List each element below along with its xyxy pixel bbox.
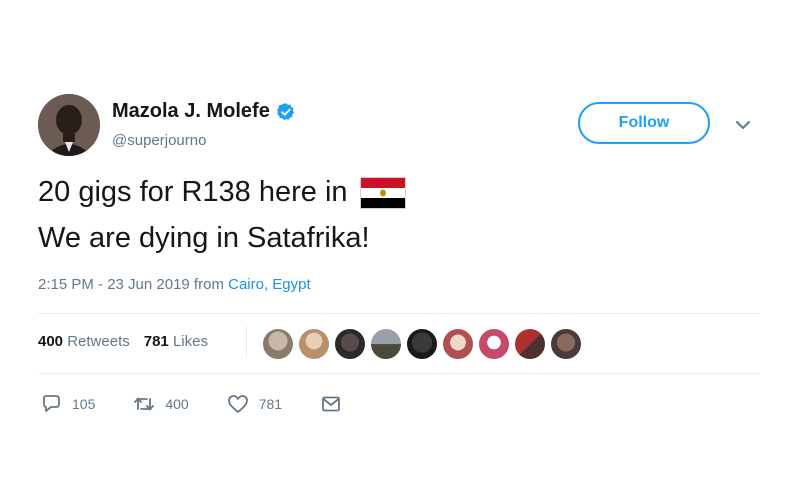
user-avatar[interactable] (38, 94, 100, 156)
divider (38, 373, 760, 374)
retweets-stat[interactable]: 400 Retweets (38, 333, 130, 350)
retweet-count: 400 (165, 396, 189, 412)
user-name[interactable]: Mazola J. Molefe (112, 100, 296, 123)
liker-avatar[interactable] (514, 328, 546, 360)
tweet-actions: 105 400 781 (40, 394, 380, 414)
heart-icon (227, 395, 248, 413)
tweet-timestamp[interactable]: 2:15 PM - 23 Jun 2019 from (38, 276, 224, 293)
chevron-down-icon[interactable] (734, 116, 752, 134)
verified-badge-icon (276, 102, 294, 120)
stats-separator (246, 326, 247, 358)
tweet-stats: 400 Retweets 781 Likes (38, 333, 208, 350)
retweet-button[interactable]: 400 (133, 394, 189, 414)
liker-avatar[interactable] (370, 328, 402, 360)
tweet-meta: 2:15 PM - 23 Jun 2019 from Cairo, Egypt (38, 276, 311, 293)
liker-avatar[interactable] (442, 328, 474, 360)
tweet-location[interactable]: Cairo, Egypt (228, 276, 311, 293)
tweet-text-1: 20 gigs for R138 here in (38, 176, 348, 208)
likes-label: Likes (172, 333, 208, 350)
direct-message-button[interactable] (320, 394, 342, 414)
like-button[interactable]: 781 (227, 394, 282, 414)
tweet-text-line-2: We are dying in Satafrika! (38, 222, 370, 255)
like-count: 781 (258, 396, 283, 412)
follow-button[interactable]: Follow (578, 102, 710, 144)
liker-avatars (262, 328, 582, 360)
user-name-text[interactable]: Mazola J. Molefe (112, 100, 270, 123)
divider (38, 313, 760, 314)
egypt-flag-icon (359, 176, 406, 209)
user-handle[interactable]: @superjourno (112, 132, 206, 149)
envelope-icon (322, 396, 340, 412)
retweets-count: 400 (38, 333, 64, 350)
reply-count: 105 (72, 396, 96, 412)
tweet-text-2: We are dying in Satafrika! (38, 222, 370, 254)
liker-avatar[interactable] (262, 328, 294, 360)
liker-avatar[interactable] (298, 328, 330, 360)
likes-count: 781 (143, 333, 169, 350)
retweet-icon (134, 397, 155, 411)
tweet-text-line-1: 20 gigs for R138 here in (38, 176, 406, 209)
likes-stat[interactable]: 781 Likes (144, 333, 208, 350)
liker-avatar[interactable] (334, 328, 366, 360)
tweet-card: Mazola J. Molefe @superjourno Follow 20 … (0, 0, 800, 500)
liker-avatar[interactable] (478, 328, 510, 360)
reply-icon (43, 395, 60, 412)
reply-button[interactable]: 105 (40, 394, 95, 414)
retweets-label: Retweets (67, 333, 130, 350)
liker-avatar[interactable] (550, 328, 582, 360)
liker-avatar[interactable] (406, 328, 438, 360)
